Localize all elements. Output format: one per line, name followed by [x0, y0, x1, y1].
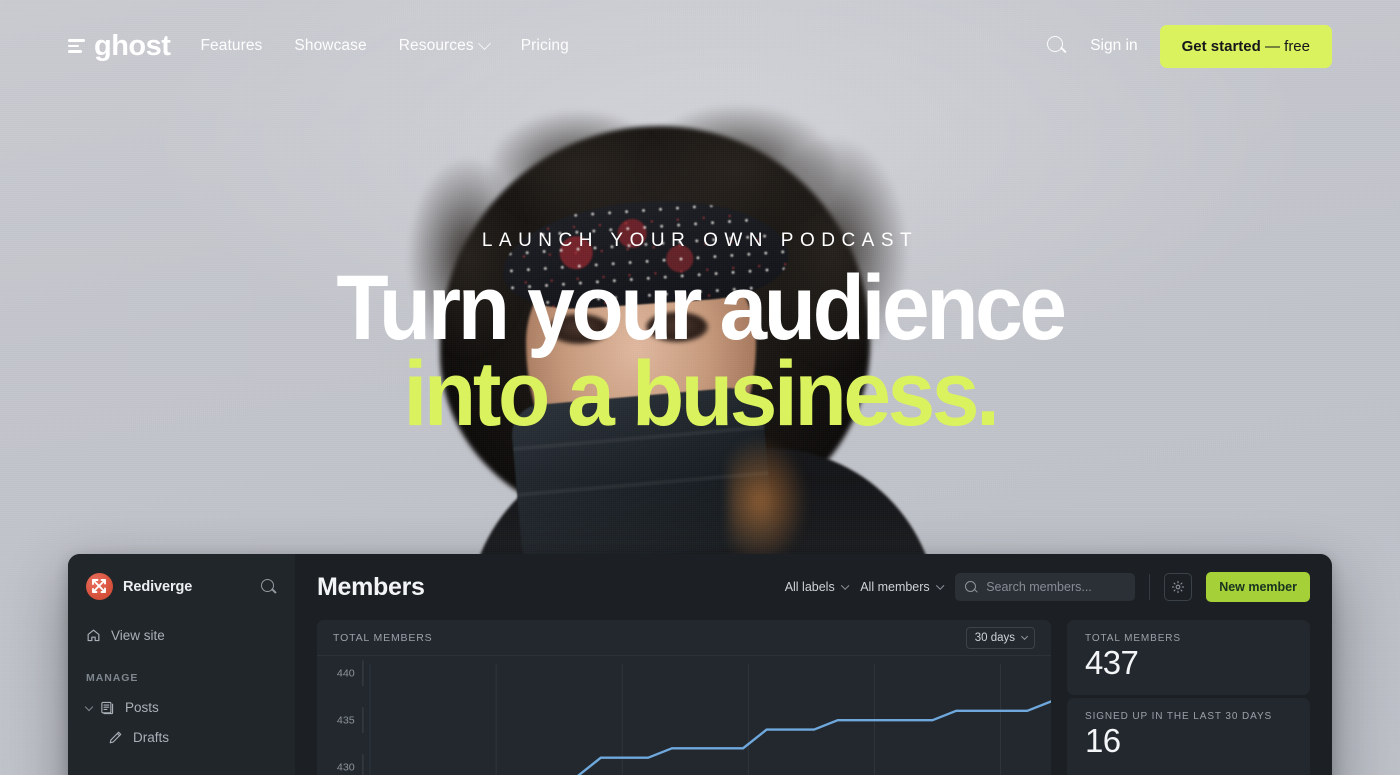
sidebar-item-posts[interactable]: Posts [68, 692, 295, 722]
stat-signed-up-30-days: SIGNED UP IN THE LAST 30 DAYS 16 [1067, 698, 1310, 775]
stat-signed-up-label: SIGNED UP IN THE LAST 30 DAYS [1085, 711, 1273, 723]
toolbar-actions: All labels All members Search members... [785, 572, 1310, 602]
sidebar-item-drafts[interactable]: Drafts [68, 722, 295, 752]
main-navigation: ghost Features Showcase Resources Pricin… [0, 0, 1400, 92]
chevron-down-icon [477, 36, 491, 50]
get-started-button[interactable]: Get started — free [1159, 24, 1332, 68]
svg-text:430: 430 [337, 762, 355, 774]
member-stats: TOTAL MEMBERS 437 SIGNED UP IN THE LAST … [1067, 620, 1310, 775]
hero-headline-line2: into a business. [403, 342, 999, 445]
chart-header: TOTAL MEMBERS 30 days [317, 620, 1051, 656]
ghost-logo[interactable]: ghost [68, 29, 171, 62]
chevron-down-icon [840, 581, 849, 590]
stat-total-members-value: 437 [1085, 644, 1139, 681]
posts-icon [101, 701, 114, 714]
page-title: Members [317, 572, 425, 601]
search-icon [965, 580, 978, 594]
product-screenshot: Rediverge View site MANAGE Posts Drafts … [68, 554, 1332, 775]
home-icon [87, 629, 100, 641]
search-members-placeholder: Search members... [986, 580, 1092, 594]
chevron-down-icon [1021, 632, 1029, 640]
nav-item-features-label: Features [200, 37, 263, 54]
hero-eyebrow: LAUNCH YOUR OWN PODCAST [481, 230, 919, 251]
gear-icon [1172, 580, 1185, 594]
chart-plot-area: 430 435 440 [317, 656, 1051, 775]
nav-links: Features Showcase Resources Pricing [200, 36, 569, 55]
svg-text:435: 435 [337, 715, 355, 727]
nav-item-features[interactable]: Features [200, 37, 262, 55]
landing-page: ghost Features Showcase Resources Pricin… [0, 0, 1400, 775]
toolbar-divider [1149, 574, 1151, 600]
settings-button[interactable] [1164, 573, 1193, 601]
hero-copy: LAUNCH YOUR OWN PODCAST Turn your audien… [0, 230, 1400, 445]
members-content: TOTAL MEMBERS 30 days 430 435 440 TOTAL ME… [295, 620, 1332, 775]
ghost-mark-icon [68, 39, 85, 53]
filter-members-dropdown[interactable]: All members [860, 580, 944, 594]
search-icon[interactable] [1046, 35, 1068, 57]
nav-item-showcase[interactable]: Showcase [294, 37, 366, 55]
filter-labels-dropdown[interactable]: All labels [784, 580, 849, 594]
chart-range-dropdown[interactable]: 30 days [965, 626, 1035, 649]
chevron-down-icon [935, 581, 944, 590]
pencil-icon [109, 731, 122, 743]
nav-item-resources[interactable]: Resources [398, 36, 491, 55]
new-member-button[interactable]: New member [1206, 572, 1310, 602]
nav-item-showcase-label: Showcase [294, 37, 367, 54]
total-members-chart-card: TOTAL MEMBERS 30 days 430 435 440 [317, 620, 1051, 775]
nav-item-pricing[interactable]: Pricing [521, 37, 569, 55]
chevron-down-icon [84, 702, 94, 712]
stat-total-members-label: TOTAL MEMBERS [1085, 633, 1181, 644]
hero-headline-line1: Turn your audience [336, 257, 1067, 359]
sidebar-group-manage: MANAGE [86, 672, 139, 684]
stat-signed-up-value: 16 [1085, 722, 1121, 760]
admin-main: Members All labels All members Search me… [295, 554, 1332, 775]
nav-item-resources-label: Resources [398, 37, 474, 54]
search-members-input[interactable]: Search members... [955, 573, 1136, 601]
admin-sidebar: Rediverge View site MANAGE Posts Drafts [68, 554, 295, 775]
sidebar-item-view-site-label: View site [111, 627, 165, 643]
sidebar-header: Rediverge [68, 554, 295, 600]
get-started-rest: — free [1260, 37, 1310, 55]
sidebar-item-drafts-label: Drafts [133, 729, 170, 745]
sidebar-item-view-site[interactable]: View site [68, 620, 295, 650]
chart-title: TOTAL MEMBERS [333, 631, 433, 644]
sidebar-search-icon[interactable] [261, 578, 277, 595]
hero-headline: Turn your audience into a business. [49, 257, 1351, 445]
filter-labels-label: All labels [784, 580, 835, 594]
shuffle-arrows-icon [86, 573, 113, 600]
nav-item-pricing-label: Pricing [520, 37, 569, 54]
sidebar-item-posts-label: Posts [125, 699, 159, 715]
members-line-chart: 430 435 440 [337, 660, 1051, 775]
members-toolbar: Members All labels All members Search me… [295, 554, 1332, 620]
sign-in-link[interactable]: Sign in [1090, 37, 1137, 55]
get-started-bold: Get started [1181, 37, 1261, 55]
stat-total-members: TOTAL MEMBERS 437 [1067, 620, 1310, 696]
nav-actions: Sign in Get started — free [1046, 24, 1332, 68]
chart-range-label: 30 days [974, 631, 1015, 644]
svg-text:440: 440 [337, 668, 355, 680]
filter-members-label: All members [860, 580, 930, 594]
site-name: Rediverge [123, 578, 193, 595]
brand-wordmark: ghost [94, 29, 171, 62]
